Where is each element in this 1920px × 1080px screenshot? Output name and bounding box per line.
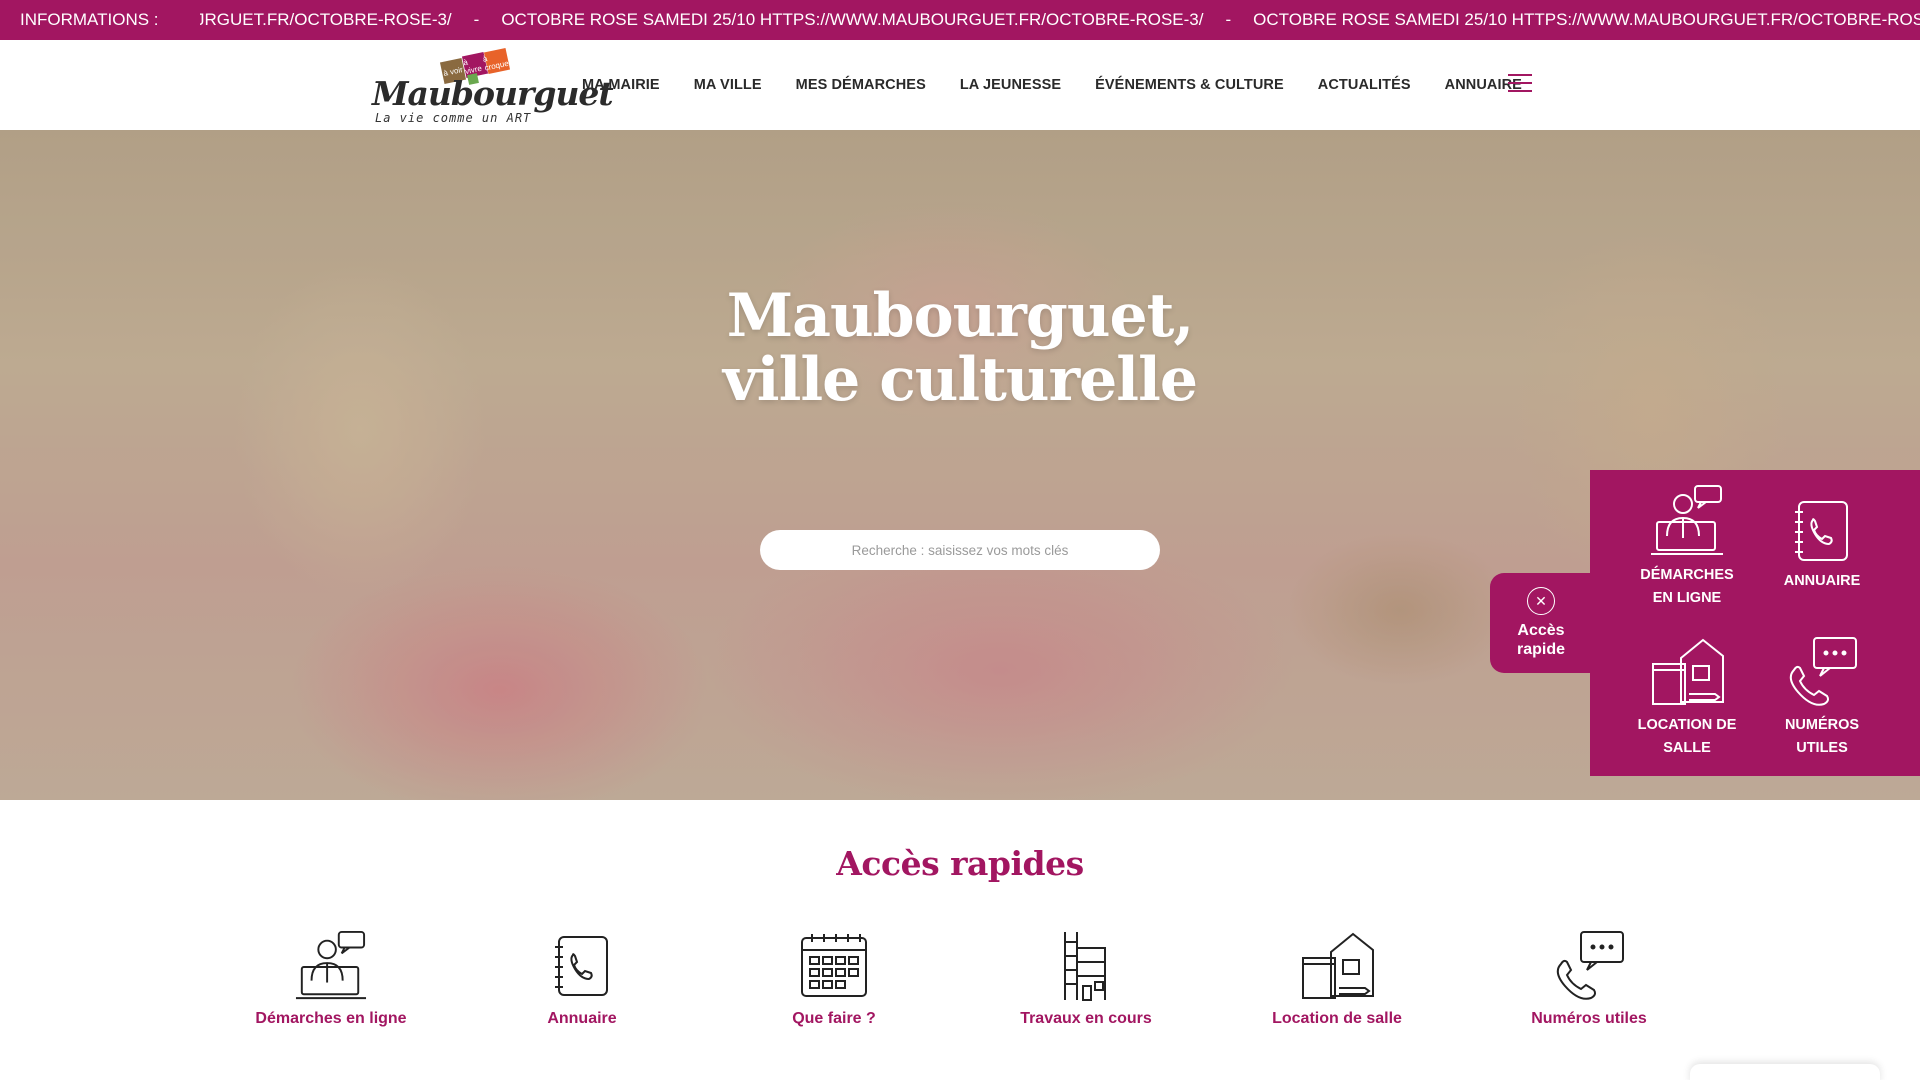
room-rental-icon (1652, 638, 1724, 705)
calendar-icon (801, 934, 867, 997)
ticker-track: JRGUET.FR/OCTOBRE-ROSE-3/ - OCTOBRE ROSE… (178, 0, 1920, 40)
section-title: Accès rapides (836, 844, 1084, 883)
tab-label-line1: Accès (1517, 622, 1565, 639)
nav-ma-ville[interactable]: MA VILLE (694, 77, 762, 93)
nav-actualites[interactable]: ACTUALITÉS (1318, 77, 1411, 93)
quick-link-travaux[interactable]: Travaux en cours (986, 930, 1186, 1028)
online-procedures-icon (295, 930, 367, 1000)
tab-label-line2: rapide (1516, 641, 1565, 658)
quick-panel-numeros-label: NUMÉROS UTILES (1747, 714, 1897, 760)
ticker-item[interactable]: OCTOBRE ROSE SAMEDI 25/10 HTTPS://WWW.MA… (1235, 10, 1920, 30)
floating-widget[interactable] (1690, 1064, 1880, 1080)
quick-link-annuaire[interactable]: Annuaire (482, 930, 682, 1028)
quick-link-demarches[interactable]: Démarches en ligne (231, 930, 431, 1028)
label-line2: EN LIGNE (1652, 590, 1722, 606)
quick-link-location[interactable]: Location de salle (1237, 930, 1437, 1028)
label-line2: SALLE (1663, 740, 1711, 756)
main-nav: MA MAIRIE MA VILLE MES DÉMARCHES LA JEUN… (582, 40, 1556, 130)
nav-ma-mairie[interactable]: MA MAIRIE (582, 77, 660, 93)
quick-panel-location-label: LOCATION DE SALLE (1612, 714, 1762, 760)
quick-access-panel: DÉMARCHES EN LIGNE ANNUAIRE LOCATION DE … (1590, 470, 1920, 776)
directory-icon (1795, 501, 1848, 561)
logo-badge-croquer: à croquer (482, 47, 512, 75)
quick-link-label: Numéros utiles (1531, 1010, 1647, 1027)
quick-link-label: Que faire ? (792, 1010, 876, 1027)
quick-panel-demarches-label: DÉMARCHES EN LIGNE (1612, 564, 1762, 610)
quick-panel-demarches[interactable]: DÉMARCHES EN LIGNE (1612, 484, 1762, 610)
ticker-separator: - (473, 10, 480, 29)
quick-link-que-faire[interactable]: Que faire ? (734, 930, 934, 1028)
ticker-item[interactable]: OCTOBRE ROSE SAMEDI 25/10 HTTPS://WWW.MA… (483, 10, 1221, 30)
quick-link-label: Location de salle (1272, 1010, 1402, 1027)
logo-wordmark: Maubourguet (372, 74, 614, 113)
quick-access-toggle[interactable]: ✕ Accès rapide (1490, 573, 1592, 673)
hamburger-icon[interactable] (1508, 74, 1532, 94)
ticker-label: INFORMATIONS : (0, 0, 200, 40)
ticker-separator: - (1225, 10, 1232, 29)
label-line1: DÉMARCHES (1640, 567, 1734, 583)
quick-access-tab-label: Accès rapide (1490, 621, 1592, 659)
directory-icon (555, 936, 608, 996)
hero-title-line1: Maubourguet, (726, 281, 1194, 351)
site-header: à voir à vivre à croquer Maubourguet La … (0, 40, 1920, 130)
logo-tagline: La vie comme un ART (375, 111, 532, 125)
nav-la-jeunesse[interactable]: LA JEUNESSE (960, 77, 1061, 93)
useful-numbers-icon (1789, 637, 1857, 706)
quick-panel-annuaire-label: ANNUAIRE (1783, 573, 1861, 589)
nav-evenements-culture[interactable]: ÉVÉNEMENTS & CULTURE (1095, 77, 1284, 93)
ticker-item[interactable]: JRGUET.FR/OCTOBRE-ROSE-3/ (178, 10, 470, 30)
useful-numbers-icon (1556, 931, 1624, 1000)
site-logo[interactable]: à voir à vivre à croquer Maubourguet La … (372, 47, 614, 125)
quick-panel-numeros[interactable]: NUMÉROS UTILES (1747, 636, 1897, 760)
quick-link-label: Annuaire (547, 1010, 617, 1027)
hero-title-line2: ville culturelle (722, 345, 1198, 415)
info-ticker: INFORMATIONS : JRGUET.FR/OCTOBRE-ROSE-3/… (0, 0, 1920, 40)
quick-link-label: Démarches en ligne (255, 1010, 407, 1027)
online-procedures-icon (1651, 485, 1723, 555)
search-input[interactable] (780, 542, 1140, 558)
close-icon[interactable]: ✕ (1527, 587, 1555, 615)
hero-title: Maubourguet, ville culturelle (0, 284, 1920, 412)
quick-panel-annuaire[interactable]: ANNUAIRE (1747, 498, 1897, 593)
room-rental-icon (1302, 932, 1374, 999)
building-works-icon (1064, 932, 1106, 1001)
label-line1: NUMÉROS (1784, 717, 1860, 733)
label-line2: UTILES (1796, 740, 1848, 756)
label-line1: LOCATION DE (1637, 717, 1737, 733)
search-box (760, 530, 1160, 570)
quick-link-numeros[interactable]: Numéros utiles (1489, 930, 1689, 1028)
nav-mes-demarches[interactable]: MES DÉMARCHES (796, 77, 926, 93)
quick-link-label: Travaux en cours (1020, 1010, 1152, 1027)
quick-panel-location[interactable]: LOCATION DE SALLE (1612, 636, 1762, 760)
